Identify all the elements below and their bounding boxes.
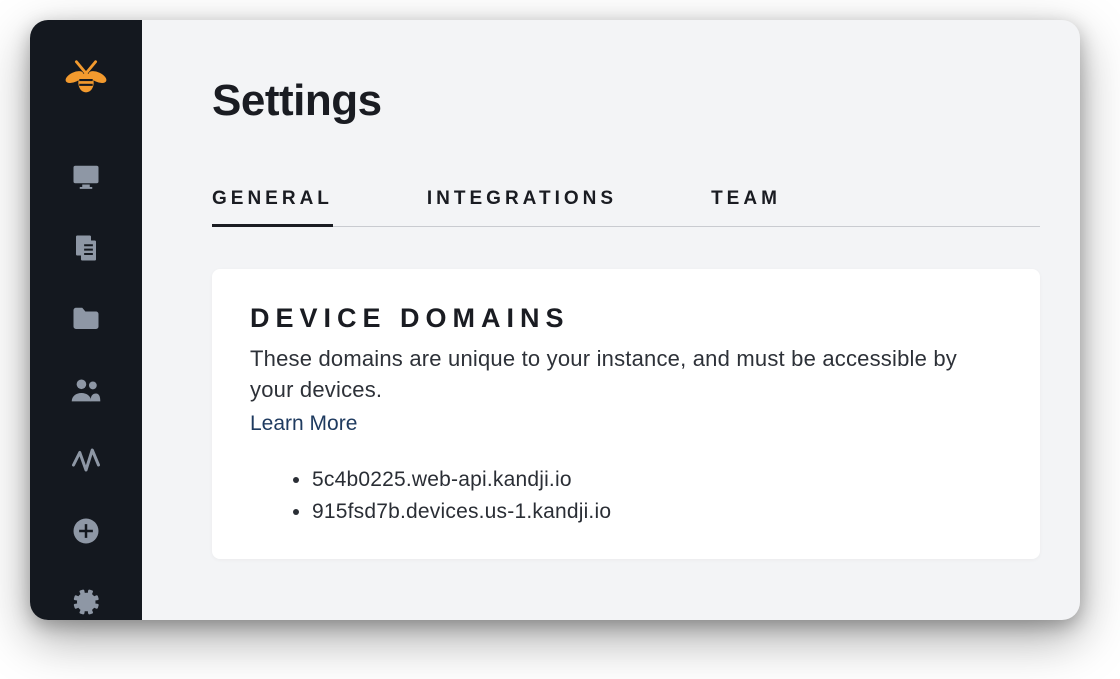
tab-integrations[interactable]: INTEGRATIONS — [427, 188, 617, 226]
nav-activity[interactable] — [30, 442, 142, 479]
app-window: Settings GENERAL INTEGRATIONS TEAM DEVIC… — [30, 20, 1080, 620]
domain-item: 915fsd7b.devices.us-1.kandji.io — [312, 496, 1002, 529]
domain-list: 5c4b0225.web-api.kandji.io 915fsd7b.devi… — [250, 464, 1002, 529]
sidebar — [30, 20, 142, 620]
card-title: DEVICE DOMAINS — [250, 303, 1002, 334]
nav-add[interactable] — [30, 513, 142, 550]
nav-folder[interactable] — [30, 300, 142, 337]
monitor-icon — [71, 162, 101, 192]
page-title: Settings — [212, 76, 1040, 126]
card-description: These domains are unique to your instanc… — [250, 344, 1002, 406]
domain-item: 5c4b0225.web-api.kandji.io — [312, 464, 1002, 497]
tab-general[interactable]: GENERAL — [212, 188, 333, 226]
nav-settings[interactable] — [30, 583, 142, 620]
users-icon — [70, 375, 102, 405]
bee-logo-icon — [63, 56, 109, 107]
plus-circle-icon — [71, 516, 101, 546]
clipboard-icon — [71, 233, 101, 263]
learn-more-link[interactable]: Learn More — [250, 412, 357, 436]
main-content: Settings GENERAL INTEGRATIONS TEAM DEVIC… — [142, 20, 1080, 620]
folder-icon — [71, 304, 101, 334]
tab-team[interactable]: TEAM — [711, 188, 781, 226]
nav-users[interactable] — [30, 371, 142, 408]
gear-icon — [71, 587, 101, 617]
nav-monitor[interactable] — [30, 159, 142, 196]
nav-clipboard[interactable] — [30, 230, 142, 267]
activity-icon — [71, 445, 101, 475]
tabs: GENERAL INTEGRATIONS TEAM — [212, 188, 1040, 227]
device-domains-card: DEVICE DOMAINS These domains are unique … — [212, 269, 1040, 559]
